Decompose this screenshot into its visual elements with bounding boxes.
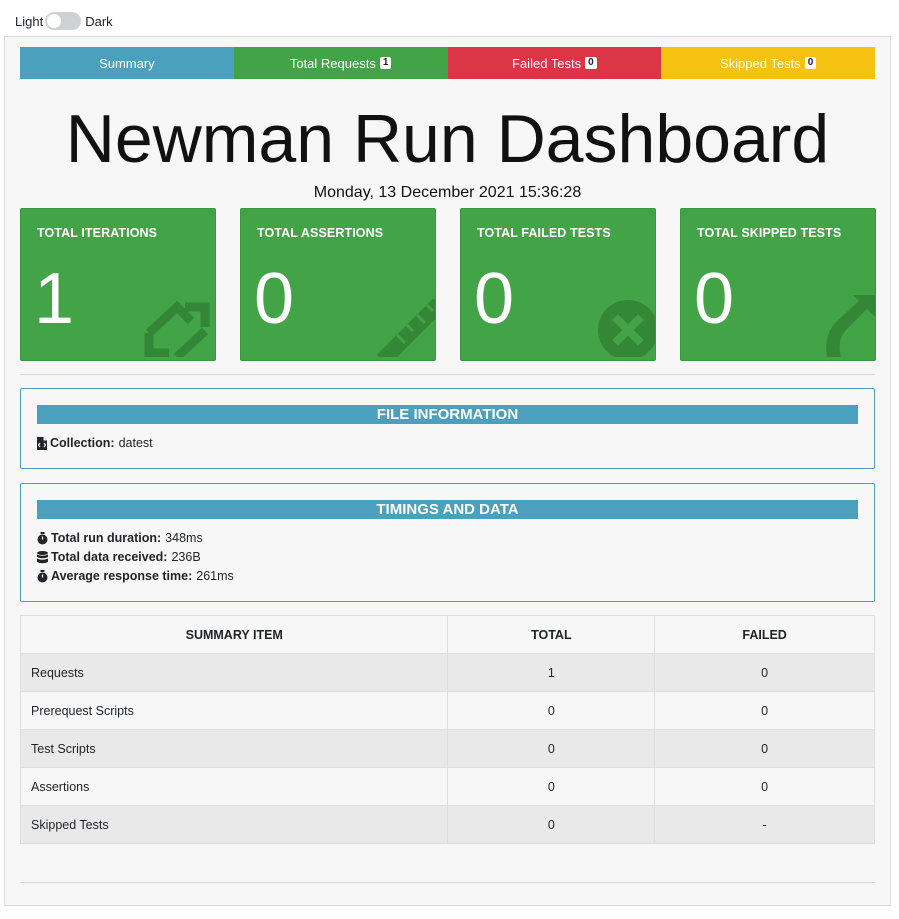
failed-cell: 0	[654, 653, 875, 692]
duration-label: Total run duration:	[51, 531, 162, 545]
table-row: Assertions 0 0	[19, 767, 875, 806]
summary-item-cell: Assertions	[19, 767, 449, 806]
stopwatch-icon	[37, 569, 48, 583]
file-information-panel: FILE INFORMATION Collection: datest	[20, 388, 875, 469]
divider	[20, 882, 875, 883]
summary-item-cell: Requests	[19, 653, 449, 692]
summary-item-cell: Prerequest Scripts	[19, 691, 449, 730]
tab-failed-tests[interactable]: Failed Tests 0	[447, 47, 662, 79]
card-total-iterations: TOTAL ITERATIONS 1	[20, 208, 216, 361]
collection-label: Collection:	[50, 436, 115, 450]
failed-cell: 0	[654, 767, 875, 806]
tab-label: Total Requests	[289, 55, 376, 71]
tab-skipped-tests[interactable]: Skipped Tests 0	[661, 47, 875, 79]
tab-label: Summary	[99, 55, 155, 71]
total-cell: 0	[447, 805, 656, 844]
summary-item-cell: Skipped Tests	[19, 805, 449, 844]
count-badge: 0	[804, 57, 817, 69]
summary-item-cell: Test Scripts	[19, 729, 449, 768]
run-duration-info: Total run duration: 348ms	[37, 529, 203, 547]
card-total-skipped-tests: TOTAL SKIPPED TESTS 0	[680, 208, 876, 361]
stopwatch-icon	[37, 531, 48, 545]
collection-value: datest	[118, 436, 153, 450]
file-code-icon	[37, 436, 47, 450]
data-received-value: 236B	[171, 550, 201, 564]
duration-value: 348ms	[165, 531, 203, 545]
count-badge: 0	[585, 57, 597, 69]
tab-summary[interactable]: Summary	[20, 47, 234, 79]
table-row: Skipped Tests 0 -	[19, 805, 875, 844]
card-total-failed-tests: TOTAL FAILED TESTS 0	[460, 208, 656, 361]
table-row: Test Scripts 0 0	[19, 729, 875, 768]
data-received-info: Total data received: 236B	[37, 548, 201, 566]
card-label: TOTAL FAILED TESTS	[477, 226, 611, 240]
sync-icon	[139, 287, 215, 360]
column-header: TOTAL	[447, 615, 656, 654]
theme-toggle[interactable]	[45, 12, 82, 30]
card-label: TOTAL ITERATIONS	[37, 226, 158, 240]
failed-cell: 0	[654, 691, 875, 730]
card-total-assertions: TOTAL ASSERTIONS 0	[240, 208, 436, 361]
timings-panel: TIMINGS AND DATA Total run duration: 348…	[20, 483, 875, 602]
avg-response-value: 261ms	[196, 569, 234, 583]
light-label: Light	[15, 13, 44, 29]
card-label: TOTAL SKIPPED TESTS	[697, 226, 842, 240]
card-value: 0	[474, 259, 515, 339]
table-row: Prerequest Scripts 0 0	[19, 691, 875, 730]
card-value: 1	[34, 259, 75, 339]
data-received-label: Total data received:	[51, 550, 168, 564]
ruler-icon	[375, 295, 435, 360]
dashboard-container: Summary Total Requests 1 Failed Tests 0 …	[4, 36, 891, 906]
card-value: 0	[254, 259, 295, 339]
nav-tabs: Summary Total Requests 1 Failed Tests 0 …	[20, 47, 875, 79]
share-arrow-icon	[825, 295, 875, 360]
page-title: Newman Run Dashboard	[65, 101, 830, 177]
database-icon	[37, 550, 48, 564]
card-label: TOTAL ASSERTIONS	[257, 226, 384, 240]
tab-label: Skipped Tests	[719, 55, 801, 71]
times-circle-icon	[593, 295, 655, 360]
column-header: FAILED	[654, 615, 875, 654]
count-badge: 1	[379, 57, 392, 69]
total-cell: 0	[447, 767, 656, 806]
panel-header: FILE INFORMATION	[37, 405, 858, 424]
tab-label: Failed Tests	[512, 55, 582, 71]
toggle-knob	[47, 14, 62, 28]
table-header-row: SUMMARY ITEM TOTAL FAILED	[19, 615, 875, 654]
dark-label: Dark	[85, 13, 113, 29]
table-row: Requests 1 0	[19, 653, 875, 692]
total-cell: 0	[447, 729, 656, 768]
failed-cell: -	[654, 805, 875, 844]
theme-switch: Light Dark	[15, 11, 113, 31]
total-cell: 0	[447, 691, 656, 730]
avg-response-info: Average response time: 261ms	[37, 567, 234, 585]
run-timestamp: Monday, 13 December 2021 15:36:28	[313, 184, 582, 201]
column-header: SUMMARY ITEM	[19, 615, 449, 654]
card-value: 0	[694, 259, 735, 339]
panel-header: TIMINGS AND DATA	[37, 500, 858, 519]
tab-total-requests[interactable]: Total Requests 1	[233, 47, 448, 79]
divider	[20, 374, 875, 375]
summary-table: SUMMARY ITEM TOTAL FAILED Requests 1 0 P…	[19, 615, 875, 844]
failed-cell: 0	[654, 729, 875, 768]
collection-info: Collection: datest	[37, 434, 153, 452]
total-cell: 1	[447, 653, 656, 692]
avg-response-label: Average response time:	[51, 569, 193, 583]
